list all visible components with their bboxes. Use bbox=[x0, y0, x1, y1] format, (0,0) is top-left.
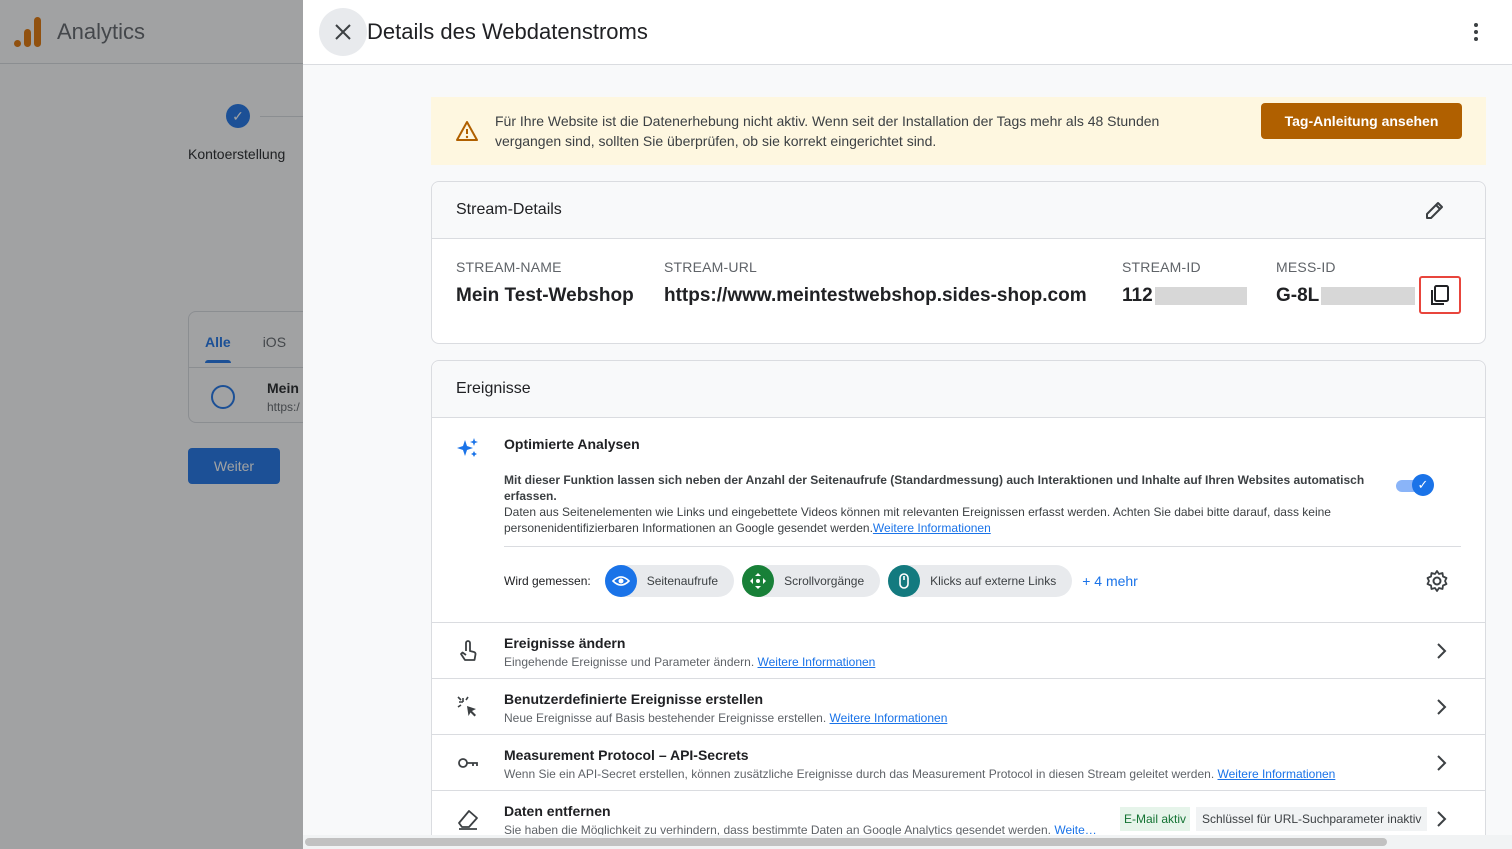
scroll-icon bbox=[742, 565, 775, 597]
enhanced-measurement-section: Optimierte Analysen Mit dieser Funktion … bbox=[432, 418, 1485, 623]
api-secrets-row[interactable]: Measurement Protocol – API-Secrets Wenn … bbox=[432, 735, 1485, 791]
redacted-block bbox=[1154, 287, 1247, 305]
learn-more-link[interactable]: Weitere Informationen bbox=[873, 521, 991, 535]
touch-icon bbox=[460, 640, 477, 661]
enhanced-measurement-toggle[interactable]: ✓ bbox=[1396, 474, 1434, 496]
chevron-right-icon bbox=[1437, 755, 1447, 771]
stream-name-field: STREAM-NAME Mein Test-Webshop bbox=[456, 259, 634, 307]
url-param-inactive-badge: Schlüssel für URL-Suchparameter inaktiv bbox=[1196, 807, 1428, 831]
modify-events-row[interactable]: Ereignisse ändern Eingehende Ereignisse … bbox=[432, 623, 1485, 679]
panel-header: Details des Webdatenstroms bbox=[303, 0, 1512, 65]
stream-url-field: STREAM-URL https://www.meintestwebshop.s… bbox=[664, 259, 1087, 307]
view-tag-instructions-button[interactable]: Tag-Anleitung ansehen bbox=[1261, 103, 1462, 139]
learn-more-link[interactable]: Weitere Informationen bbox=[758, 655, 876, 669]
stream-id-value: 112 bbox=[1122, 285, 1153, 306]
stream-name-label: STREAM-NAME bbox=[456, 259, 562, 275]
stream-details-card: Stream-Details STREAM-NAME Mein Test-Web… bbox=[431, 181, 1486, 344]
row-title: Measurement Protocol – API-Secrets bbox=[504, 747, 749, 763]
data-collection-warning: Für Ihre Website ist die Datenerhebung n… bbox=[431, 97, 1486, 165]
chip-outbound-clicks: Klicks auf externe Links bbox=[888, 565, 1073, 597]
chevron-right-icon bbox=[1437, 811, 1447, 827]
stream-id-field: STREAM-ID 112 bbox=[1122, 259, 1247, 307]
stream-details-body: STREAM-NAME Mein Test-Webshop STREAM-URL… bbox=[432, 239, 1485, 343]
eye-icon bbox=[604, 565, 637, 597]
chevron-right-icon bbox=[1437, 699, 1447, 715]
row-title: Benutzerdefinierte Ereignisse erstellen bbox=[504, 691, 764, 707]
more-vert-icon[interactable] bbox=[1464, 20, 1488, 44]
chip-label: Seitenaufrufe bbox=[646, 574, 719, 588]
email-active-badge: E-Mail aktiv bbox=[1120, 807, 1191, 831]
row-subtitle: Eingehende Ereignisse und Parameter ände… bbox=[504, 655, 755, 669]
measurement-id-field: MESS-ID G-8L bbox=[1276, 259, 1416, 307]
chip-page-views: Seitenaufrufe bbox=[604, 565, 735, 597]
check-icon: ✓ bbox=[1412, 474, 1434, 496]
stream-details-heading: Stream-Details bbox=[432, 182, 1485, 239]
create-events-row[interactable]: Benutzerdefinierte Ereignisse erstellen … bbox=[432, 679, 1485, 735]
chip-scrolls: Scrollvorgänge bbox=[742, 565, 881, 597]
measured-label: Wird gemessen: bbox=[504, 574, 591, 588]
warning-icon bbox=[456, 121, 478, 141]
measured-events: Wird gemessen: Seitenaufrufe Scrollvorgä… bbox=[504, 565, 1138, 597]
key-icon bbox=[458, 758, 478, 768]
enhanced-measurement-description: Mit dieser Funktion lassen sich neben de… bbox=[504, 472, 1374, 536]
events-title: Ereignisse bbox=[456, 380, 531, 397]
redacted-block bbox=[1321, 287, 1416, 305]
mouse-icon bbox=[888, 565, 921, 597]
close-button[interactable] bbox=[319, 8, 367, 56]
enhanced-measurement-title: Optimierte Analysen bbox=[504, 436, 640, 452]
events-body: Optimierte Analysen Mit dieser Funktion … bbox=[432, 418, 1485, 847]
stream-id-label: STREAM-ID bbox=[1122, 259, 1201, 275]
eraser-icon bbox=[458, 810, 478, 830]
more-events-link[interactable]: + 4 mehr bbox=[1082, 573, 1138, 589]
stream-url-value: https://www.meintestwebshop.sides-shop.c… bbox=[664, 285, 1087, 306]
scrollbar-thumb[interactable] bbox=[305, 838, 1387, 846]
events-card: Ereignisse Optimierte Analysen Mit diese… bbox=[431, 360, 1486, 848]
stream-name-value: Mein Test-Webshop bbox=[456, 285, 634, 306]
chip-label: Scrollvorgänge bbox=[784, 574, 865, 588]
measurement-id-label: MESS-ID bbox=[1276, 259, 1336, 275]
panel-content: Für Ihre Website ist die Datenerhebung n… bbox=[431, 65, 1486, 848]
panel-title: Details des Webdatenstroms bbox=[367, 19, 648, 44]
learn-more-link[interactable]: Weitere Informationen bbox=[1218, 767, 1336, 781]
measurement-id-value: G-8L bbox=[1276, 285, 1320, 306]
sparkle-icon bbox=[457, 438, 478, 457]
stream-details-title: Stream-Details bbox=[456, 201, 562, 218]
copy-icon bbox=[1431, 285, 1449, 305]
stream-url-label: STREAM-URL bbox=[664, 259, 758, 275]
chevron-right-icon bbox=[1437, 643, 1447, 659]
events-heading: Ereignisse bbox=[432, 361, 1485, 418]
close-icon bbox=[335, 24, 351, 40]
copy-measurement-id-button[interactable] bbox=[1419, 276, 1461, 314]
gear-icon[interactable] bbox=[1425, 569, 1449, 593]
row-subtitle: Neue Ereignisse auf Basis bestehender Er… bbox=[504, 711, 827, 725]
warning-text: Für Ihre Website ist die Datenerhebung n… bbox=[495, 113, 1160, 149]
row-subtitle: Wenn Sie ein API-Secret erstellen, könne… bbox=[504, 767, 1215, 781]
horizontal-scrollbar[interactable] bbox=[303, 835, 1512, 849]
chip-label: Klicks auf externe Links bbox=[930, 574, 1057, 588]
description-bold: Mit dieser Funktion lassen sich neben de… bbox=[504, 473, 1365, 503]
learn-more-link[interactable]: Weitere Informationen bbox=[830, 711, 948, 725]
click-sparkle-icon bbox=[457, 696, 476, 717]
divider bbox=[504, 546, 1461, 547]
web-stream-details-panel: Details des Webdatenstroms Für Ihre Webs… bbox=[303, 0, 1512, 849]
edit-pencil-icon[interactable] bbox=[1423, 198, 1447, 222]
row-title: Ereignisse ändern bbox=[504, 635, 626, 651]
